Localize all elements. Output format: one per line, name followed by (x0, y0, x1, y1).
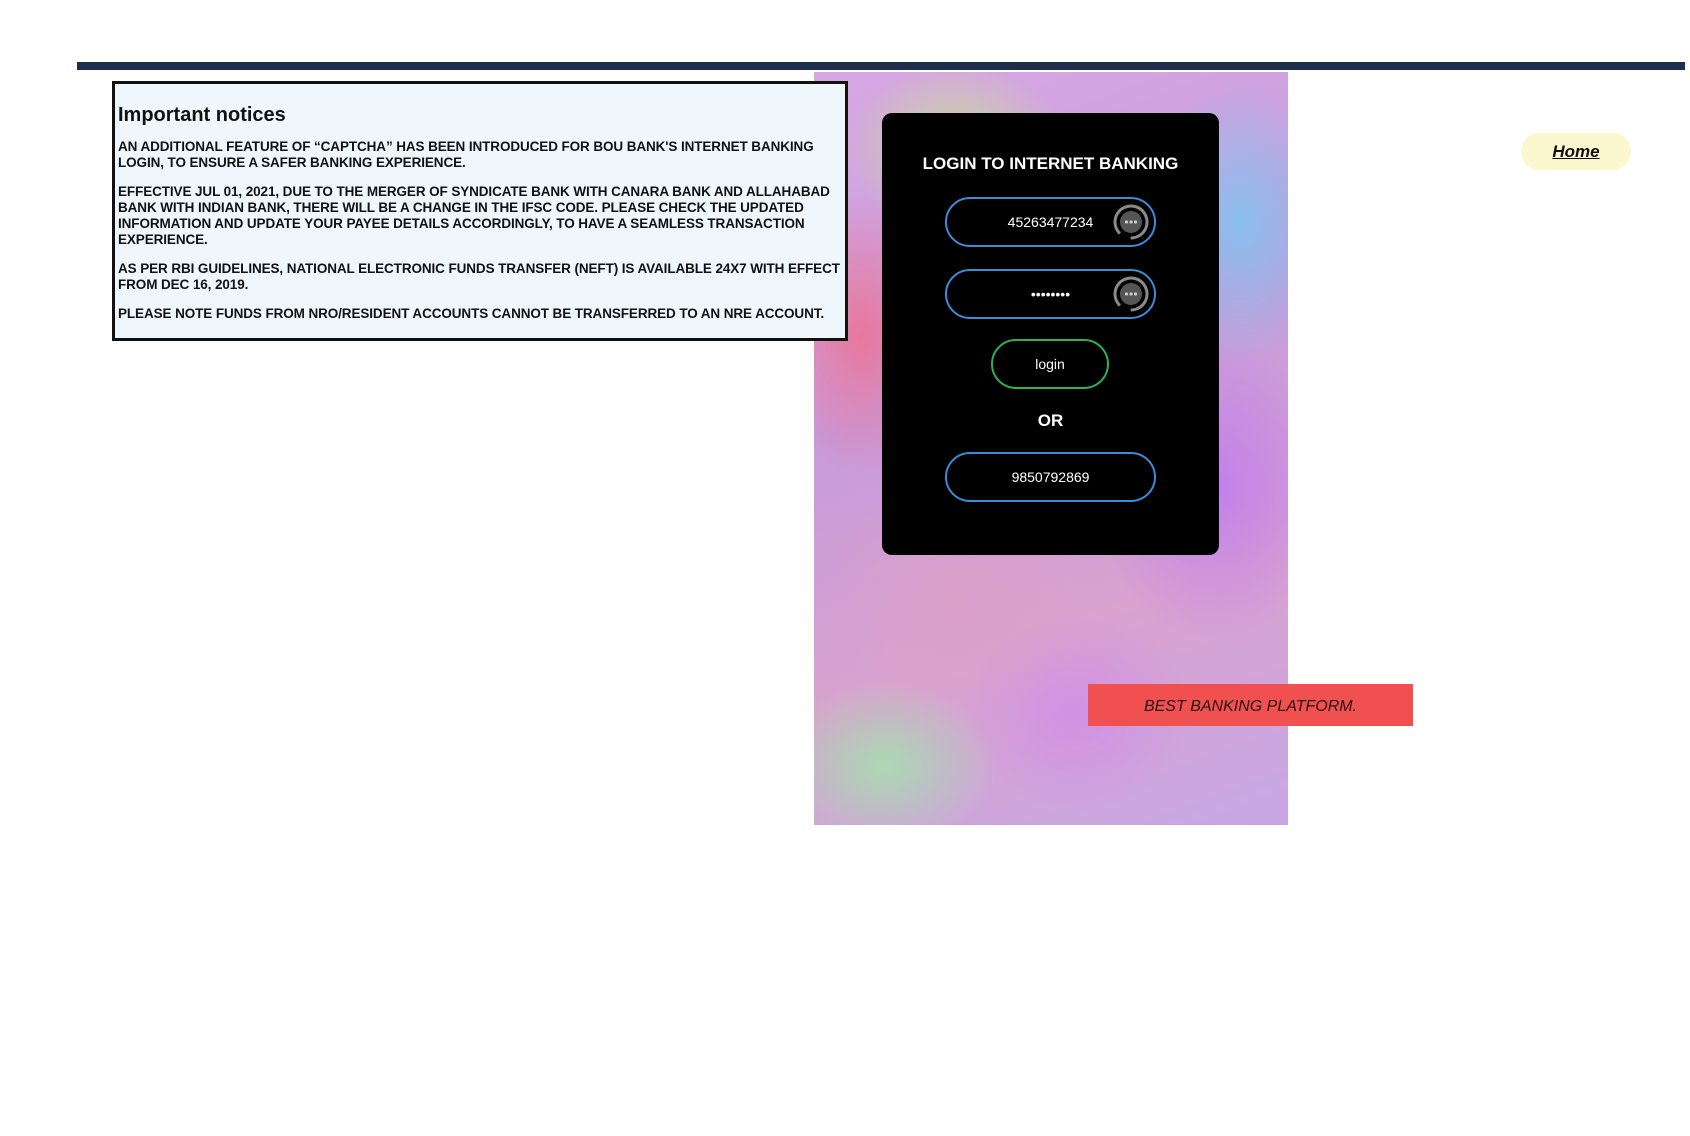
login-title: LOGIN TO INTERNET BANKING (922, 154, 1179, 173)
password-value: •••••••• (1030, 286, 1071, 302)
user-id-field[interactable]: 45263477234 (945, 197, 1156, 247)
user-id-value: 45263477234 (1007, 214, 1094, 230)
notice-item: PLEASE NOTE FUNDS FROM NRO/RESIDENT ACCO… (118, 306, 825, 321)
notice-item: AN ADDITIONAL FEATURE OF “CAPTCHA” HAS B… (118, 139, 814, 170)
best-banking-banner: BEST BANKING PLATFORM. (1088, 684, 1413, 726)
notice-item: AS PER RBI GUIDELINES, NATIONAL ELECTRON… (118, 261, 840, 292)
password-field[interactable]: •••••••• (945, 269, 1156, 319)
mobile-number-value: 9850792869 (1011, 469, 1090, 485)
notice-item: EFFECTIVE JUL 01, 2021, DUE TO THE MERGE… (118, 184, 830, 247)
login-card: LOGIN TO INTERNET BANKING 45263477234 ••… (882, 113, 1219, 555)
or-separator: OR (1037, 411, 1064, 430)
top-bar (77, 62, 1685, 70)
mobile-number-field[interactable]: 9850792869 (945, 452, 1156, 502)
notices-title: Important notices (118, 104, 286, 126)
login-button[interactable]: login (991, 339, 1109, 389)
home-link[interactable]: Home (1521, 133, 1631, 170)
password-manager-icon[interactable] (1112, 275, 1150, 313)
important-notices-panel: Important notices AN ADDITIONAL FEATURE … (112, 81, 848, 341)
password-manager-icon[interactable] (1112, 203, 1150, 241)
